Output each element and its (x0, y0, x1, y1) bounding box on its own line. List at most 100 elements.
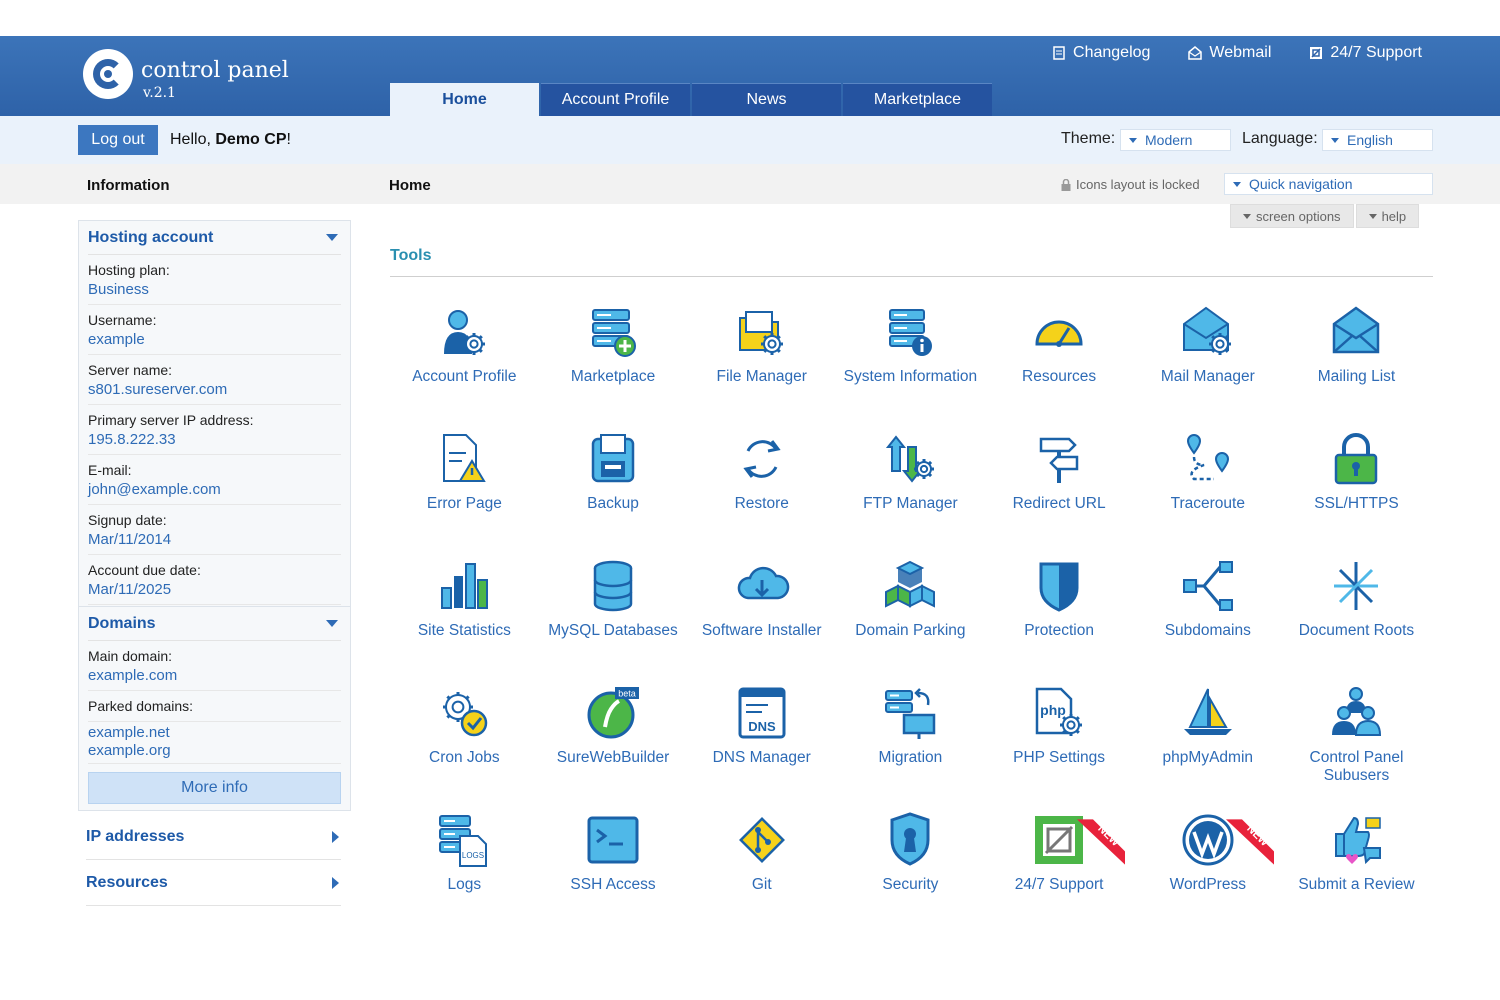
tools-grid: Account Profile Marketplace File Manager Sy… (390, 300, 1433, 935)
page-title: Home (389, 177, 431, 194)
tool-wordpress[interactable]: WordPress NEW (1133, 808, 1282, 935)
new-badge: NEW (1226, 819, 1275, 865)
support-link[interactable]: 24/7 Support (1309, 44, 1422, 62)
hosting-field-value[interactable]: s801.sureserver.com (88, 379, 341, 401)
tool-mailing-list[interactable]: Mailing List (1282, 300, 1431, 427)
mailing-list-icon (1333, 306, 1380, 354)
main-domain-value[interactable]: example.com (88, 665, 341, 687)
tool-label: FTP Manager (863, 495, 958, 512)
quick-navigation-select[interactable]: Quick navigation (1224, 173, 1433, 195)
svg-text:beta: beta (618, 689, 636, 699)
layout-lock-label: Icons layout is locked (1076, 177, 1200, 192)
tool-security[interactable]: Security (836, 808, 985, 935)
tab-marketplace[interactable]: Marketplace (843, 83, 992, 116)
hosting-field-label: Account due date: (88, 562, 201, 578)
chevron-down-icon (326, 620, 338, 627)
screen-options-button[interactable]: screen options (1230, 204, 1354, 228)
redirect-url-icon (1039, 437, 1079, 483)
tool-error-page[interactable]: Error Page (390, 427, 539, 554)
hosting-field-value[interactable]: example (88, 329, 341, 351)
help-button[interactable]: help (1355, 204, 1420, 228)
tool-system-information[interactable]: System Information (836, 300, 985, 427)
ftp-manager-icon (886, 435, 935, 483)
tool-php-settings[interactable]: php PHP Settings (985, 681, 1134, 808)
information-heading: Information (87, 177, 170, 194)
tool-label: Protection (1024, 622, 1094, 639)
changelog-label: Changelog (1073, 44, 1151, 61)
tool-resources[interactable]: Resources (985, 300, 1134, 427)
tool-mysql-databases[interactable]: MySQL Databases (539, 554, 688, 681)
parked-domain-item[interactable]: example.org (88, 742, 341, 760)
theme-select[interactable]: Modern (1120, 129, 1231, 151)
more-info-button[interactable]: More info (88, 772, 341, 804)
parked-domain-item[interactable]: example.net (88, 724, 341, 742)
hosting-field-value[interactable]: Business (88, 279, 341, 301)
tool-traceroute[interactable]: Traceroute (1133, 427, 1282, 554)
tool-document-roots[interactable]: Document Roots (1282, 554, 1431, 681)
layout-lock-status[interactable]: Icons layout is locked (1061, 177, 1200, 192)
tool-label: Restore (734, 495, 789, 512)
tool-domain-parking[interactable]: Domain Parking (836, 554, 985, 681)
logo-icon[interactable] (83, 49, 133, 99)
backup-icon (591, 434, 635, 483)
tool-logs[interactable]: LOGS Logs (390, 808, 539, 935)
tool-label: Control Panel Subusers (1309, 749, 1404, 784)
tool-support-tool[interactable]: 24/7 Support NEW (985, 808, 1134, 935)
changelog-link[interactable]: Changelog (1052, 44, 1150, 62)
webmail-link[interactable]: Webmail (1188, 44, 1271, 62)
tool-ftp-manager[interactable]: FTP Manager (836, 427, 985, 554)
ssl-https-icon (1335, 433, 1378, 485)
tool-label: Site Statistics (417, 622, 511, 639)
tool-subdomains[interactable]: Subdomains (1133, 554, 1282, 681)
tool-account-profile[interactable]: Account Profile (390, 300, 539, 427)
tool-ssh-access[interactable]: SSH Access (539, 808, 688, 935)
hosting-field: Server name: s801.sureserver.com (88, 355, 341, 405)
greeting: Hello, Demo CP! (170, 131, 291, 149)
tool-migration[interactable]: Migration (836, 681, 985, 808)
tool-mail-manager[interactable]: Mail Manager (1133, 300, 1282, 427)
domains-header[interactable]: Domains (88, 607, 341, 641)
tool-label: File Manager (716, 368, 807, 385)
tool-subusers[interactable]: Control Panel Subusers (1282, 681, 1431, 808)
tool-file-manager[interactable]: File Manager (687, 300, 836, 427)
tool-site-statistics[interactable]: Site Statistics (390, 554, 539, 681)
support-icon (1310, 47, 1323, 59)
tool-cron-jobs[interactable]: Cron Jobs (390, 681, 539, 808)
tool-backup[interactable]: Backup (539, 427, 688, 554)
tool-redirect-url[interactable]: Redirect URL (985, 427, 1134, 554)
ip-addresses-section[interactable]: IP addresses (86, 814, 341, 860)
marketplace-icon (592, 309, 637, 357)
site-statistics-icon (441, 563, 489, 609)
hosting-field-value[interactable]: Mar/11/2014 (88, 529, 341, 551)
tab-news[interactable]: News (692, 83, 841, 116)
tool-label: Logs (447, 876, 482, 893)
new-badge: NEW (1077, 819, 1126, 865)
tool-label: Cron Jobs (429, 749, 500, 766)
tool-restore[interactable]: Restore (687, 427, 836, 554)
error-page-icon (443, 434, 487, 482)
tab-home[interactable]: Home (390, 83, 539, 116)
hosting-field-value[interactable]: 195.8.222.33 (88, 429, 341, 451)
tool-marketplace[interactable]: Marketplace (539, 300, 688, 427)
logout-button[interactable]: Log out (78, 125, 158, 155)
tool-phpmyadmin[interactable]: phpMyAdmin (1133, 681, 1282, 808)
tool-protection[interactable]: Protection (985, 554, 1134, 681)
tool-software-installer[interactable]: Software Installer (687, 554, 836, 681)
language-select[interactable]: English (1322, 129, 1433, 151)
tool-dns-manager[interactable]: DNS DNS Manager (687, 681, 836, 808)
tool-submit-review[interactable]: Submit a Review (1282, 808, 1431, 935)
tool-ssl-https[interactable]: SSL/HTTPS (1282, 427, 1431, 554)
webmail-label: Webmail (1209, 44, 1272, 61)
hosting-account-panel: Hosting account Hosting plan: Business Use… (78, 220, 351, 612)
tool-git[interactable]: Git (687, 808, 836, 935)
main-domain-field: Main domain: example.com (88, 641, 341, 691)
hosting-field-value[interactable]: john@example.com (88, 479, 341, 501)
user-bar: Log out Hello, Demo CP! Theme: Modern La… (0, 116, 1500, 164)
parked-domains-field: example.net example.org (88, 722, 341, 764)
tool-label: Resources (1022, 368, 1097, 385)
hosting-field-value[interactable]: Mar/11/2025 (88, 579, 341, 601)
tab-account-profile[interactable]: Account Profile (541, 83, 690, 116)
hosting-account-header[interactable]: Hosting account (88, 221, 341, 255)
tool-surewebbuilder[interactable]: beta SureWebBuilder (539, 681, 688, 808)
resources-section[interactable]: Resources (86, 860, 341, 906)
